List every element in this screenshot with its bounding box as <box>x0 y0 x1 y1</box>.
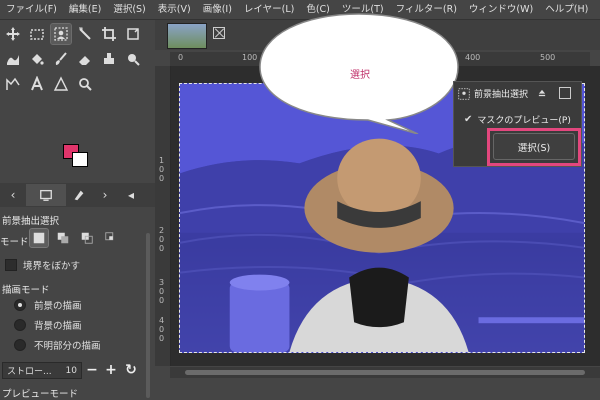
ruler-label: 0 <box>178 53 184 62</box>
vertical-ruler: 1 0 0 2 0 0 3 0 0 4 0 0 <box>155 66 171 366</box>
subtract-mode-icon[interactable] <box>78 229 96 247</box>
ruler-label: 0 <box>159 244 165 253</box>
move-tool-icon[interactable] <box>3 24 23 44</box>
draw-unknown-option[interactable]: 不明部分の描画 <box>14 338 101 352</box>
draw-background-radio[interactable] <box>14 319 26 331</box>
ruler-label: 500 <box>540 53 556 62</box>
feather-edges-label: 境界をぼかす <box>23 261 81 272</box>
background-color-swatch[interactable] <box>72 152 88 167</box>
horizontal-scrollbar[interactable] <box>170 367 600 378</box>
ruler-label: 0 <box>159 165 165 174</box>
draw-unknown-radio[interactable] <box>14 339 26 351</box>
feather-edges-row[interactable]: 境界をぼかす <box>5 258 80 272</box>
tool-options-tab-icon[interactable] <box>26 184 66 206</box>
device-status-tab-icon[interactable] <box>66 184 92 206</box>
draw-background-label: 背景の描画 <box>34 321 82 332</box>
eject-icon[interactable] <box>537 88 547 98</box>
chevron-left-icon[interactable]: ‹ <box>0 184 26 206</box>
stroke-width-value: 10 <box>65 365 77 376</box>
ruler-label: 0 <box>159 235 165 244</box>
tool-options-title: 前景抽出選択 <box>2 216 60 227</box>
bucket-fill-tool-icon[interactable] <box>27 49 47 69</box>
menu-image[interactable]: 画像(I) <box>197 0 238 19</box>
draw-background-option[interactable]: 背景の描画 <box>14 318 82 332</box>
ruler-label: 0 <box>159 334 165 343</box>
ruler-label: 4 <box>159 316 165 325</box>
tool-options-scrollbar[interactable] <box>146 233 150 398</box>
close-panel-icon[interactable] <box>559 87 571 99</box>
mask-preview-row[interactable]: ✔ マスクのプレビュー(P) <box>464 113 571 126</box>
ruler-label: 0 <box>159 287 165 296</box>
toolbox: ‹ › ◂ 前景抽出選択 モード: 境界をぼかす 描画モード 前景の描画 背景の… <box>0 20 155 400</box>
fuzzy-select-tool-icon[interactable] <box>75 24 95 44</box>
draw-unknown-label: 不明部分の描画 <box>34 341 101 352</box>
menu-file[interactable]: ファイル(F) <box>0 0 63 19</box>
color-swatches[interactable] <box>63 144 93 174</box>
reset-icon[interactable]: ↻ <box>123 361 139 379</box>
menu-edit[interactable]: 編集(E) <box>63 0 107 19</box>
callout-text: 選択 <box>350 70 370 81</box>
ruler-label: 3 <box>159 278 165 287</box>
draw-foreground-option[interactable]: 前景の描画 <box>14 298 82 312</box>
transform-tool-icon[interactable] <box>123 24 143 44</box>
stroke-width-spinner[interactable]: ストロー... 10 <box>2 362 82 379</box>
feather-edges-checkbox[interactable] <box>5 259 17 271</box>
dock-menu-icon[interactable]: ◂ <box>118 184 144 206</box>
zoom-tool-icon[interactable] <box>75 74 95 94</box>
intersect-mode-icon[interactable] <box>102 229 120 247</box>
ruler-label: 1 <box>159 156 165 165</box>
tool-row <box>3 49 143 69</box>
eraser-tool-icon[interactable] <box>75 49 95 69</box>
draw-foreground-label: 前景の描画 <box>34 301 82 312</box>
foreground-select-icon <box>458 88 470 100</box>
ruler-label: 0 <box>159 296 165 305</box>
select-button-highlight <box>487 128 581 166</box>
replace-mode-icon[interactable] <box>29 228 49 248</box>
ruler-label: 0 <box>159 174 165 183</box>
menu-view[interactable]: 表示(V) <box>152 0 197 19</box>
stroke-width-label: ストロー... <box>7 367 52 377</box>
image-thumbnail[interactable] <box>167 23 207 49</box>
smudge-tool-icon[interactable] <box>123 49 143 69</box>
scrollbar-thumb[interactable] <box>185 370 585 375</box>
clone-tool-icon[interactable] <box>99 49 119 69</box>
chevron-right-icon[interactable]: › <box>92 184 118 206</box>
ruler-label: 100 <box>242 53 258 62</box>
mask-preview-label: マスクのプレビュー(P) <box>477 116 571 126</box>
draw-mode-label: 描画モード <box>2 285 50 296</box>
paths-tool-icon[interactable] <box>3 74 23 94</box>
menu-select[interactable]: 選択(S) <box>107 0 151 19</box>
close-icon[interactable] <box>213 27 225 39</box>
draw-foreground-radio[interactable] <box>14 299 26 311</box>
tool-row <box>3 23 143 45</box>
crop-tool-icon[interactable] <box>99 24 119 44</box>
checkmark-icon: ✔ <box>464 114 473 125</box>
preview-mode-label: プレビューモード <box>2 389 79 400</box>
plus-icon[interactable]: + <box>103 361 119 379</box>
menu-windows[interactable]: ウィンドウ(W) <box>463 0 539 19</box>
ruler-label: 2 <box>159 226 165 235</box>
add-mode-icon[interactable] <box>54 229 72 247</box>
dock-tabs: ‹ › ◂ <box>0 183 155 207</box>
measure-tool-icon[interactable] <box>51 74 71 94</box>
ruler-label: 0 <box>159 325 165 334</box>
mode-label: モード: <box>0 237 32 248</box>
minus-icon[interactable]: − <box>84 361 100 379</box>
paintbrush-tool-icon[interactable] <box>51 49 71 69</box>
mode-buttons <box>29 228 120 248</box>
tool-row <box>3 74 95 94</box>
panel-title: 前景抽出選択 <box>474 90 529 100</box>
rect-select-tool-icon[interactable] <box>27 24 47 44</box>
text-tool-icon[interactable] <box>27 74 47 94</box>
ruler-label: 400 <box>465 53 481 62</box>
foreground-select-tool-icon[interactable] <box>50 23 72 45</box>
menu-help[interactable]: ヘルプ(H) <box>539 0 594 19</box>
warp-tool-icon[interactable] <box>3 49 23 69</box>
